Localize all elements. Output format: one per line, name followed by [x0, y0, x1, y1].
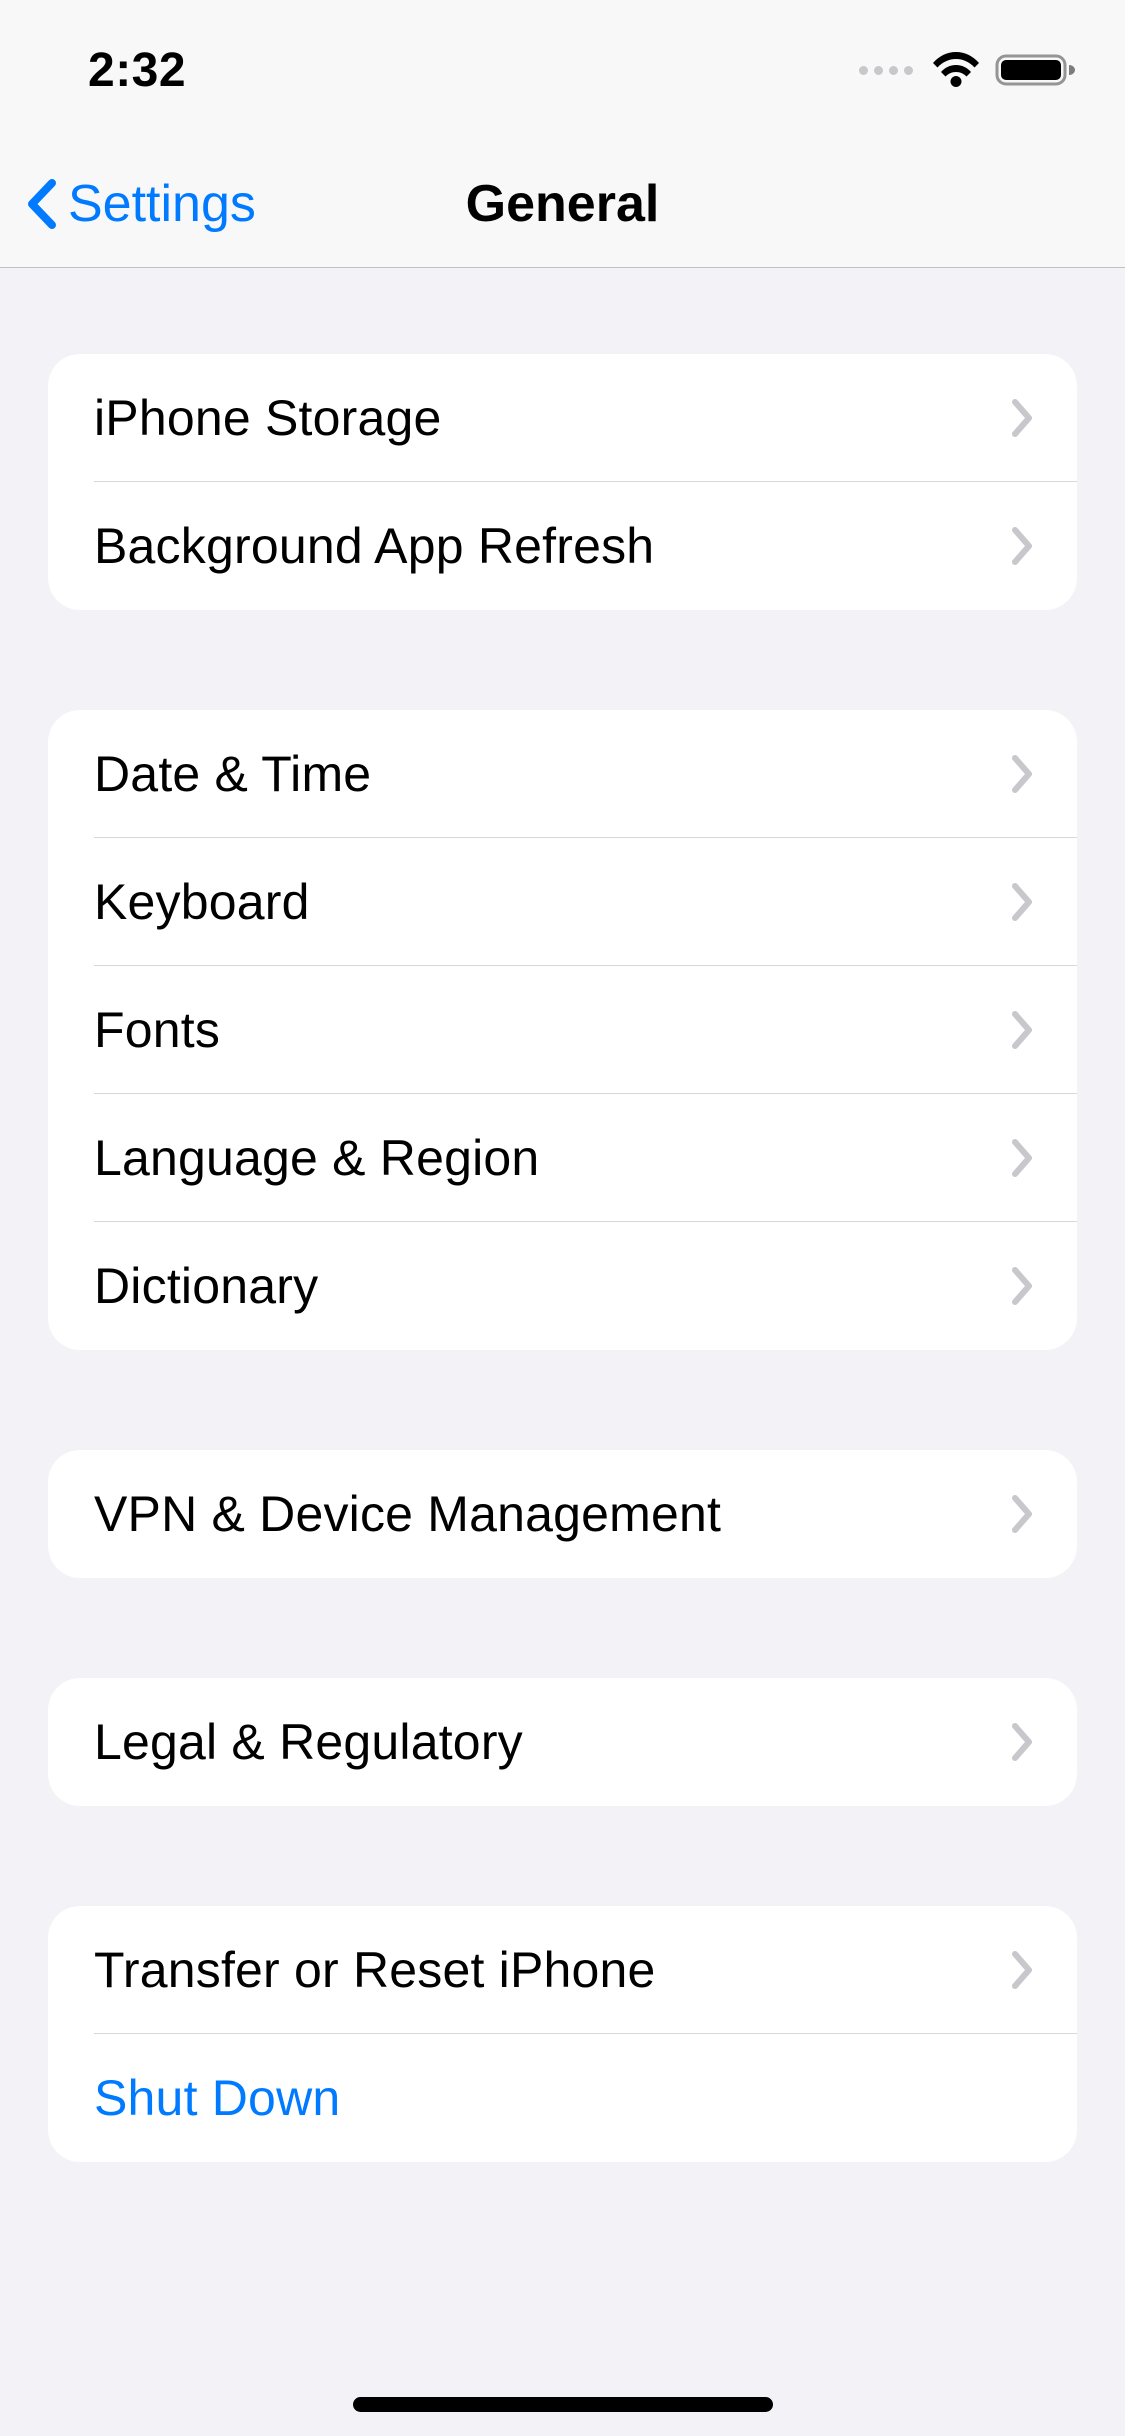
row-dictionary[interactable]: Dictionary [48, 1222, 1077, 1350]
home-indicator[interactable] [353, 2397, 773, 2412]
row-label: Language & Region [94, 1129, 539, 1187]
settings-group-legal: Legal & Regulatory [48, 1678, 1077, 1806]
row-label: Shut Down [94, 2069, 340, 2127]
wifi-icon [931, 51, 981, 89]
row-fonts[interactable]: Fonts [48, 966, 1077, 1094]
chevron-left-icon [24, 177, 60, 231]
row-transfer-reset[interactable]: Transfer or Reset iPhone [48, 1906, 1077, 2034]
settings-group-storage: iPhone Storage Background App Refresh [48, 354, 1077, 610]
chevron-right-icon [1011, 754, 1035, 794]
row-iphone-storage[interactable]: iPhone Storage [48, 354, 1077, 482]
row-legal-regulatory[interactable]: Legal & Regulatory [48, 1678, 1077, 1806]
row-shut-down[interactable]: Shut Down [48, 2034, 1077, 2162]
row-label: Transfer or Reset iPhone [94, 1941, 656, 1999]
row-label: Fonts [94, 1001, 220, 1059]
cellular-signal-icon [859, 66, 913, 75]
chevron-right-icon [1011, 1010, 1035, 1050]
settings-group-system: Date & Time Keyboard Fonts Language & Re… [48, 710, 1077, 1350]
row-date-time[interactable]: Date & Time [48, 710, 1077, 838]
chevron-right-icon [1011, 526, 1035, 566]
chevron-right-icon [1011, 398, 1035, 438]
settings-content: iPhone Storage Background App Refresh Da… [0, 354, 1125, 2162]
status-indicators [859, 51, 1077, 89]
row-background-app-refresh[interactable]: Background App Refresh [48, 482, 1077, 610]
chevron-right-icon [1011, 882, 1035, 922]
navigation-bar: Settings General [0, 140, 1125, 268]
row-label: Legal & Regulatory [94, 1713, 523, 1771]
settings-group-reset: Transfer or Reset iPhone Shut Down [48, 1906, 1077, 2162]
chevron-right-icon [1011, 1494, 1035, 1534]
chevron-right-icon [1011, 1722, 1035, 1762]
chevron-right-icon [1011, 1138, 1035, 1178]
chevron-right-icon [1011, 1950, 1035, 1990]
row-label: iPhone Storage [94, 389, 442, 447]
row-language-region[interactable]: Language & Region [48, 1094, 1077, 1222]
battery-icon [995, 51, 1077, 89]
status-time: 2:32 [88, 43, 186, 98]
back-label: Settings [68, 174, 256, 234]
row-label: Dictionary [94, 1257, 318, 1315]
page-title: General [466, 174, 660, 234]
row-label: Date & Time [94, 745, 371, 803]
row-label: VPN & Device Management [94, 1485, 721, 1543]
row-label: Keyboard [94, 873, 310, 931]
settings-group-vpn: VPN & Device Management [48, 1450, 1077, 1578]
row-keyboard[interactable]: Keyboard [48, 838, 1077, 966]
row-label: Background App Refresh [94, 517, 654, 575]
status-bar: 2:32 [0, 0, 1125, 140]
back-button[interactable]: Settings [0, 174, 256, 234]
row-vpn-device-management[interactable]: VPN & Device Management [48, 1450, 1077, 1578]
chevron-right-icon [1011, 1266, 1035, 1306]
